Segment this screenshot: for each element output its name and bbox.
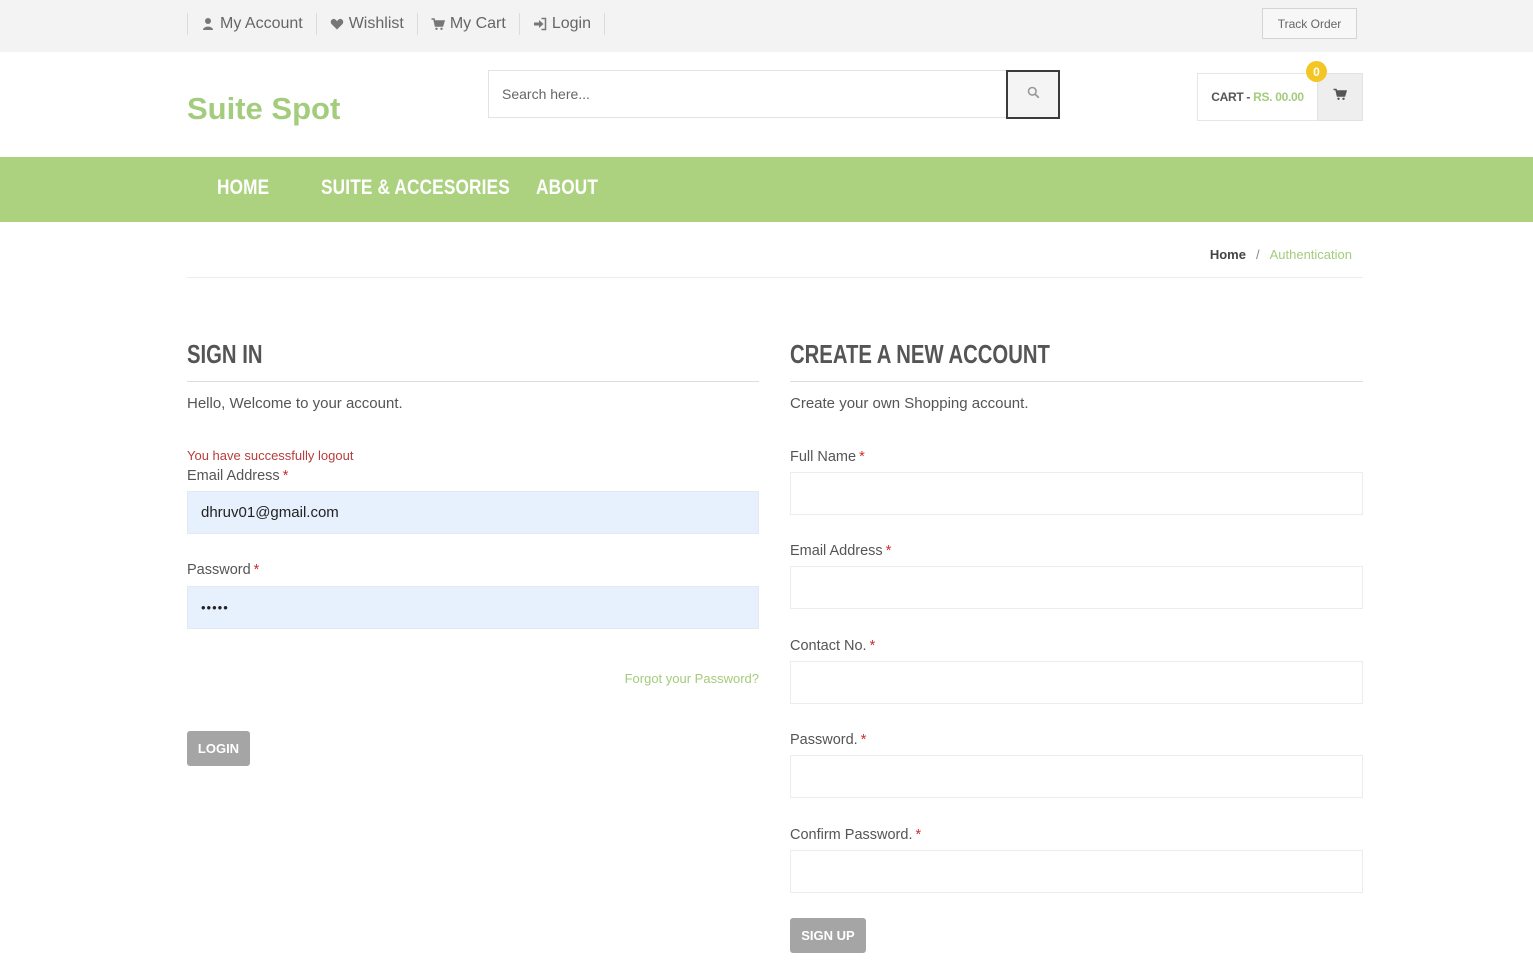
create-account-title: CREATE A NEW ACCOUNT [790,339,1050,369]
confirm-password-label-text: Confirm Password. [790,827,913,843]
cart-label: CART [1211,90,1244,104]
search-icon [1027,86,1040,104]
track-order-button[interactable]: Track Order [1262,8,1357,39]
required-mark: * [885,543,892,559]
required-mark: * [253,562,260,578]
contact-label: Contact No. * [790,638,875,654]
breadcrumb-current: Authentication [1269,247,1352,262]
search-button[interactable] [1006,70,1060,119]
password-label: Password * [187,562,259,578]
signup-password-input[interactable] [790,755,1363,798]
my-cart-label: My Cart [449,15,506,32]
nav-home[interactable]: HOME [217,176,269,200]
sign-in-icon [533,17,547,31]
required-mark: * [282,468,289,484]
cart-dash: - [1246,90,1251,104]
site-logo[interactable]: Suite Spot [187,91,340,127]
required-mark: * [869,638,876,654]
user-icon [201,17,215,31]
required-mark: * [915,827,922,843]
divider [790,381,1363,382]
divider [603,13,605,35]
nav-suite-accesories[interactable]: SUITE & ACCESORIES [321,176,510,200]
contact-input[interactable] [790,661,1363,704]
my-account-label: My Account [220,15,303,32]
signup-password-label-text: Password. [790,732,858,748]
nav-about[interactable]: ABOUT [536,176,598,200]
search-input[interactable] [488,70,1007,118]
confirm-password-input[interactable] [790,850,1363,893]
cart-icon [431,17,445,31]
top-links: My Account Wishlist My Cart Login [187,12,605,36]
my-account-link[interactable]: My Account [188,15,316,33]
my-cart-link[interactable]: My Cart [418,15,519,33]
cart-button[interactable] [1317,73,1363,121]
wishlist-label: Wishlist [348,15,404,32]
top-bar: My Account Wishlist My Cart Login Track … [0,0,1533,52]
email-label: Email Address * [187,468,288,484]
login-label: Login [551,15,591,32]
breadcrumb: Home / Authentication [1210,247,1352,262]
signup-email-label: Email Address * [790,543,891,559]
wishlist-link[interactable]: Wishlist [317,15,417,33]
signup-password-label: Password. * [790,732,866,748]
required-mark: * [859,449,865,465]
email-label-text: Email Address [187,468,280,484]
login-link[interactable]: Login [520,15,604,33]
heart-icon [330,17,344,31]
cart-count-badge: 0 [1306,61,1327,82]
password-label-text: Password [187,562,251,578]
signup-email-label-text: Email Address [790,543,883,559]
contact-label-text: Contact No. [790,638,867,654]
full-name-input[interactable] [790,472,1363,515]
cart-summary[interactable]: CART - RS. 00.00 [1197,73,1318,121]
sign-in-title: SIGN IN [187,339,263,369]
full-name-label: Full Name * [790,449,865,465]
cart-amount: RS. 00.00 [1253,90,1304,104]
full-name-label-text: Full Name [790,449,857,465]
signup-email-input[interactable] [790,566,1363,609]
login-email-input[interactable] [187,491,759,534]
cart-icon [1333,88,1348,106]
breadcrumb-home[interactable]: Home [1210,247,1246,262]
required-mark: * [860,732,867,748]
login-button[interactable]: LOGIN [187,731,250,766]
divider [187,277,1363,278]
breadcrumb-separator: / [1255,247,1260,262]
login-password-input[interactable] [187,586,759,629]
confirm-password-label: Confirm Password. * [790,827,921,843]
logout-success-message: You have successfully logout [187,448,354,463]
sign-up-button[interactable]: SIGN UP [790,918,866,953]
forgot-password-link[interactable]: Forgot your Password? [625,671,759,686]
create-account-description: Create your own Shopping account. [790,395,1029,412]
sign-in-description: Hello, Welcome to your account. [187,395,403,412]
divider [187,381,759,382]
